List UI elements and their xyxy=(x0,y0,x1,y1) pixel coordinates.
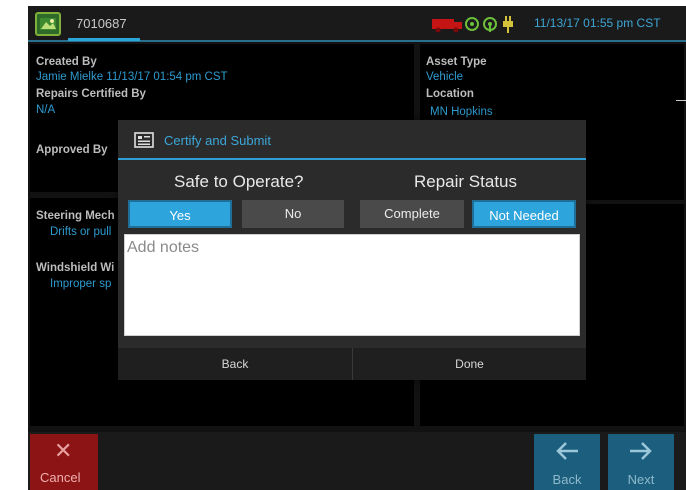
back-button[interactable]: Back xyxy=(534,434,600,490)
safe-yes-button[interactable]: Yes xyxy=(128,200,232,228)
defect-value: Drifts or pull xyxy=(50,226,112,238)
repair-status-question: Repair Status xyxy=(414,172,517,191)
cancel-button[interactable]: ✕ Cancel xyxy=(30,434,98,490)
asset-type-label: Asset Type xyxy=(426,56,487,68)
safe-no-button[interactable]: No xyxy=(242,200,344,228)
truck-icon xyxy=(432,19,462,33)
dialog-title: Certify and Submit xyxy=(164,133,271,148)
arrow-right-icon xyxy=(628,440,654,467)
current-datetime: 11/13/17 01:55 pm CST xyxy=(534,16,661,30)
defect-label: Steering Mech xyxy=(36,210,115,222)
arrow-left-icon xyxy=(554,440,580,467)
status-icons xyxy=(432,14,528,34)
signal-icon xyxy=(483,17,497,32)
asset-type-value: Vehicle xyxy=(426,71,464,83)
repair-not-needed-button[interactable]: Not Needed xyxy=(472,200,576,228)
next-button-label: Next xyxy=(627,472,655,487)
certify-submit-dialog: Certify and Submit Safe to Operate? Repa… xyxy=(118,120,586,380)
next-button[interactable]: Next xyxy=(608,434,674,490)
safe-to-operate-question: Safe to Operate? xyxy=(174,172,304,191)
notes-field xyxy=(124,234,580,336)
unit-tab-indicator xyxy=(68,38,140,41)
gps-icon xyxy=(465,17,479,31)
back-button-label: Back xyxy=(552,472,582,487)
dialog-back-button[interactable]: Back xyxy=(118,348,352,380)
repairs-certified-value: N/A xyxy=(36,104,56,116)
defect-label: Windshield Wi xyxy=(36,262,115,274)
close-icon: ✕ xyxy=(54,438,73,463)
repair-complete-button[interactable]: Complete xyxy=(360,200,464,228)
unit-id[interactable]: 7010687 xyxy=(76,16,127,31)
created-by-value: Jamie Mielke 11/13/17 01:54 pm CST xyxy=(36,71,228,83)
form-icon xyxy=(134,132,154,153)
dialog-done-button[interactable]: Done xyxy=(352,348,586,380)
cancel-button-label: Cancel xyxy=(40,470,81,485)
dialog-footer: Back Done xyxy=(118,348,586,380)
location-label: Location xyxy=(426,88,474,100)
notes-input[interactable] xyxy=(125,235,579,335)
location-value: MN Hopkins xyxy=(430,106,493,118)
repairs-certified-label: Repairs Certified By xyxy=(36,88,146,100)
dialog-header: Certify and Submit xyxy=(118,120,586,160)
top-bar: 7010687 11/13/17 01:55 pm CST xyxy=(28,6,686,42)
approved-by-label: Approved By xyxy=(36,144,108,156)
vehicle-unit-icon[interactable] xyxy=(35,12,61,36)
created-by-label: Created By xyxy=(36,56,97,68)
defect-value: Improper sp xyxy=(50,278,112,290)
bottom-bar: ✕ Cancel Back Next xyxy=(28,432,686,490)
edge-divider xyxy=(676,100,686,101)
plug-icon xyxy=(503,16,513,33)
